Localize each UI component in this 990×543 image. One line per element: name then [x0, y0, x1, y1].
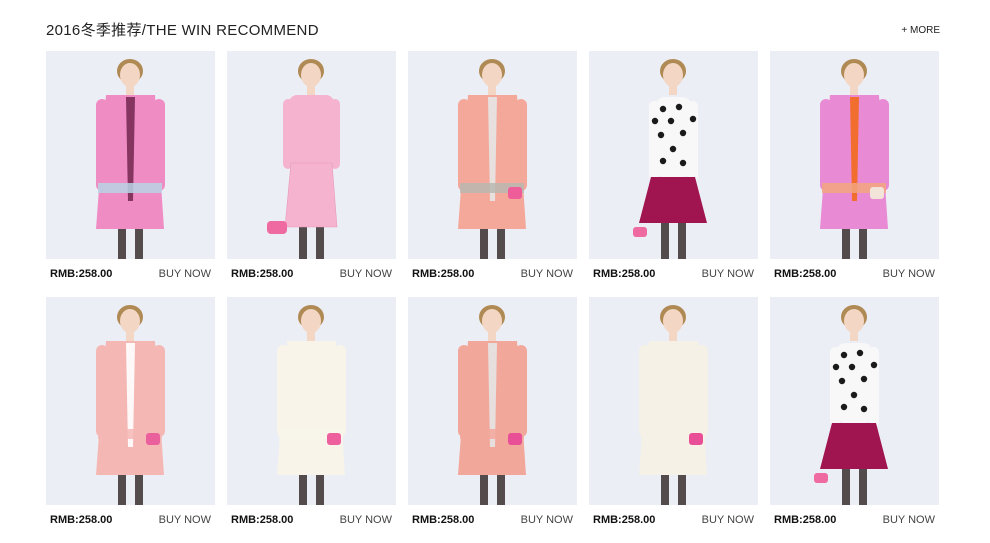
product-meta: RMB:258.00 BUY NOW	[770, 268, 939, 286]
product-meta: RMB:258.00 BUY NOW	[227, 268, 396, 286]
product-image[interactable]	[408, 51, 577, 259]
buy-now-link[interactable]: BUY NOW	[521, 268, 573, 280]
model-illustration	[589, 297, 758, 505]
model-illustration	[770, 51, 939, 259]
product-card: RMB:258.00 BUY NOW	[770, 51, 939, 297]
model-illustration	[227, 51, 396, 259]
product-price: RMB:258.00	[774, 268, 837, 280]
product-image[interactable]	[589, 297, 758, 505]
product-card: RMB:258.00 BUY NOW	[227, 297, 396, 543]
buy-now-link[interactable]: BUY NOW	[159, 268, 211, 280]
buy-now-link[interactable]: BUY NOW	[521, 514, 573, 526]
product-meta: RMB:258.00 BUY NOW	[589, 514, 758, 532]
product-image[interactable]	[589, 51, 758, 259]
model-illustration	[408, 297, 577, 505]
model-illustration	[408, 51, 577, 259]
product-meta: RMB:258.00 BUY NOW	[408, 268, 577, 286]
product-price: RMB:258.00	[412, 268, 475, 280]
section-title: 2016冬季推荐/THE WIN RECOMMEND	[46, 22, 319, 39]
product-price: RMB:258.00	[593, 514, 656, 526]
product-meta: RMB:258.00 BUY NOW	[589, 268, 758, 286]
product-price: RMB:258.00	[50, 514, 113, 526]
product-image[interactable]	[46, 297, 215, 505]
product-image[interactable]	[770, 51, 939, 259]
product-image[interactable]	[46, 51, 215, 259]
product-card: RMB:258.00 BUY NOW	[227, 51, 396, 297]
more-link[interactable]: + MORE	[901, 25, 940, 36]
product-card: RMB:258.00 BUY NOW	[770, 297, 939, 543]
product-price: RMB:258.00	[50, 268, 113, 280]
model-illustration	[770, 297, 939, 505]
buy-now-link[interactable]: BUY NOW	[702, 268, 754, 280]
product-image[interactable]	[227, 51, 396, 259]
product-grid: RMB:258.00 BUY NOW RMB:258.00 BUY NOW RM…	[46, 51, 942, 543]
product-price: RMB:258.00	[774, 514, 837, 526]
product-card: RMB:258.00 BUY NOW	[589, 51, 758, 297]
section-header: 2016冬季推荐/THE WIN RECOMMEND + MORE	[46, 0, 940, 52]
buy-now-link[interactable]: BUY NOW	[883, 268, 935, 280]
product-meta: RMB:258.00 BUY NOW	[46, 514, 215, 532]
model-illustration	[589, 51, 758, 259]
product-price: RMB:258.00	[231, 268, 294, 280]
product-meta: RMB:258.00 BUY NOW	[408, 514, 577, 532]
product-card: RMB:258.00 BUY NOW	[589, 297, 758, 543]
product-card: RMB:258.00 BUY NOW	[408, 297, 577, 543]
product-image[interactable]	[770, 297, 939, 505]
buy-now-link[interactable]: BUY NOW	[702, 514, 754, 526]
product-image[interactable]	[408, 297, 577, 505]
product-meta: RMB:258.00 BUY NOW	[770, 514, 939, 532]
product-image[interactable]	[227, 297, 396, 505]
buy-now-link[interactable]: BUY NOW	[159, 514, 211, 526]
product-meta: RMB:258.00 BUY NOW	[46, 268, 215, 286]
product-meta: RMB:258.00 BUY NOW	[227, 514, 396, 532]
product-card: RMB:258.00 BUY NOW	[46, 51, 215, 297]
product-price: RMB:258.00	[593, 268, 656, 280]
product-card: RMB:258.00 BUY NOW	[46, 297, 215, 543]
model-illustration	[46, 297, 215, 505]
product-price: RMB:258.00	[412, 514, 475, 526]
model-illustration	[46, 51, 215, 259]
buy-now-link[interactable]: BUY NOW	[340, 268, 392, 280]
product-price: RMB:258.00	[231, 514, 294, 526]
model-illustration	[227, 297, 396, 505]
product-card: RMB:258.00 BUY NOW	[408, 51, 577, 297]
buy-now-link[interactable]: BUY NOW	[340, 514, 392, 526]
buy-now-link[interactable]: BUY NOW	[883, 514, 935, 526]
